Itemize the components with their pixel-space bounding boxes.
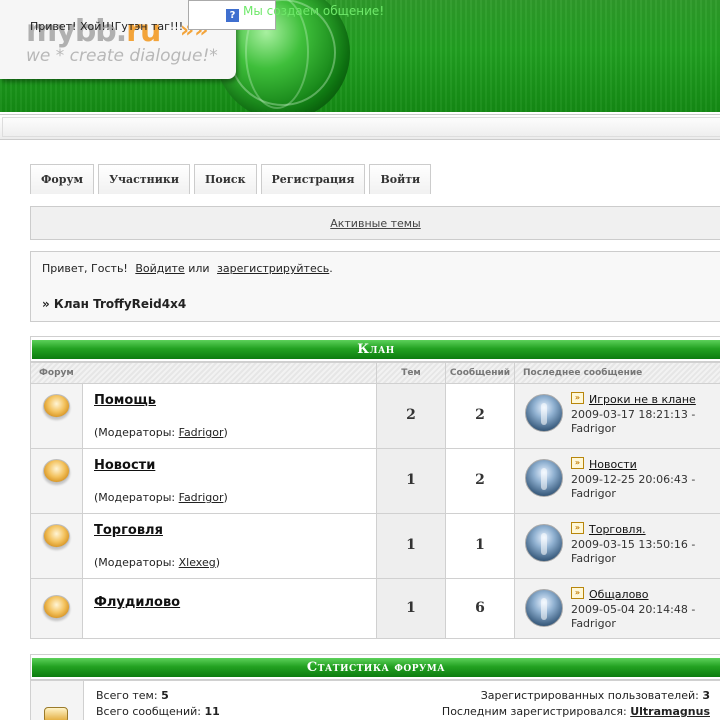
- stats-icon: [44, 707, 68, 720]
- go-to-post-icon[interactable]: »: [571, 587, 584, 599]
- last-post-author: Fadrigor: [571, 422, 616, 435]
- help-icon[interactable]: ?: [225, 8, 240, 23]
- avatar: [525, 394, 563, 432]
- last-post-date: 2009-05-04 20:14:48 -: [571, 603, 696, 616]
- logo-tagline: we * create dialogue!*: [26, 46, 218, 66]
- column-header-forum: Форум: [30, 362, 377, 384]
- last-post-link[interactable]: Торговля.: [589, 523, 646, 536]
- moderator-link[interactable]: Xlexeg: [179, 556, 216, 569]
- category-header: Клан: [30, 336, 720, 362]
- last-post-date: 2009-12-25 20:06:43 -: [571, 473, 696, 486]
- last-post-link[interactable]: Общалово: [589, 588, 649, 601]
- forum-status-icon: [43, 524, 70, 548]
- breadcrumb: » Клан TroffyReid4x4: [42, 297, 187, 311]
- last-post-link[interactable]: Новости: [589, 458, 637, 471]
- nav-search[interactable]: Поиск: [194, 164, 257, 194]
- forum-link[interactable]: Торговля: [94, 523, 163, 538]
- post-count: 1: [445, 514, 515, 579]
- post-count: 2: [445, 449, 515, 514]
- register-link[interactable]: зарегистрируйтесь: [217, 262, 329, 275]
- main-navigation: Форум Участники Поиск Регистрация Войти: [30, 164, 435, 194]
- avatar: [525, 459, 563, 497]
- forum-moderators: (Модераторы: Fadrigor): [94, 491, 228, 504]
- nav-register[interactable]: Регистрация: [260, 164, 366, 194]
- forum-status-icon: [43, 595, 70, 619]
- site-header: mybb.ru »» we * create dialogue!* Привет…: [0, 0, 720, 112]
- stat-last-user: Последним зарегистрировался: Ultramagnus: [441, 705, 710, 718]
- welcome-panel: Привет, Гость! Войдите или зарегистрируй…: [30, 251, 720, 322]
- avatar: [525, 524, 563, 562]
- go-to-post-icon[interactable]: »: [571, 457, 584, 469]
- last-post-date: 2009-03-15 13:50:16 -: [571, 538, 696, 551]
- nav-forum[interactable]: Форум: [30, 164, 95, 194]
- stat-posts: Всего сообщений: 11: [96, 705, 220, 718]
- avatar: [525, 589, 563, 627]
- active-topics-bar: Активные темы: [30, 206, 720, 240]
- table-row: Торговля (Модераторы: Xlexeg) 1 1 » Торг…: [30, 514, 720, 579]
- stat-users: Зарегистрированных пользователей: 3: [480, 689, 710, 702]
- column-header-posts: Сообщений: [445, 362, 515, 384]
- forum-moderators: (Модераторы: Xlexeg): [94, 556, 221, 569]
- guest-greeting: Привет, Гость!: [42, 262, 128, 275]
- nav-login[interactable]: Войти: [369, 164, 432, 194]
- moderator-link[interactable]: Fadrigor: [179, 426, 224, 439]
- forum-status-icon: [43, 459, 70, 483]
- category-title: Клан: [32, 340, 720, 359]
- go-to-post-icon[interactable]: »: [571, 392, 584, 404]
- post-count: 6: [445, 579, 515, 639]
- post-count: 2: [445, 384, 515, 449]
- last-post-author: Fadrigor: [571, 552, 616, 565]
- last-user-link[interactable]: Ultramagnus: [630, 705, 710, 718]
- topic-count: 1: [376, 579, 446, 639]
- or-text: или: [188, 262, 210, 275]
- topic-count: 2: [376, 384, 446, 449]
- stats-header: Статистика форума: [30, 654, 720, 680]
- table-row: Помощь (Модераторы: Fadrigor) 2 2 » Игро…: [30, 384, 720, 449]
- forum-link[interactable]: Помощь: [94, 393, 156, 408]
- top-bar: [0, 114, 720, 140]
- column-header-topics: Тем: [376, 362, 446, 384]
- forum-moderators: (Модераторы: Fadrigor): [94, 426, 228, 439]
- active-topics-link[interactable]: Активные темы: [330, 217, 421, 230]
- nav-users[interactable]: Участники: [98, 164, 190, 194]
- table-row: Новости (Модераторы: Fadrigor) 1 2 » Нов…: [30, 449, 720, 514]
- header-slogan: Мы создаем общение!: [243, 4, 385, 18]
- forum-link[interactable]: Флудилово: [94, 595, 180, 610]
- guest-greeting-line: Привет, Гость! Войдите или зарегистрируй…: [42, 262, 333, 275]
- stats-panel: Всего тем: 5 Всего сообщений: 11 Зарегис…: [30, 680, 720, 720]
- last-post-link[interactable]: Игроки не в клане: [589, 393, 696, 406]
- topic-count: 1: [376, 514, 446, 579]
- last-post-author: Fadrigor: [571, 617, 616, 630]
- last-post-date: 2009-03-17 18:21:13 -: [571, 408, 696, 421]
- board-greeting: Привет! Хой!!!Гутэн таг!!!: [30, 20, 184, 33]
- stats-title: Статистика форума: [32, 658, 720, 677]
- table-row: Флудилово 1 6 » Общалово 2009-05-04 20:1…: [30, 579, 720, 639]
- go-to-post-icon[interactable]: »: [571, 522, 584, 534]
- moderator-link[interactable]: Fadrigor: [179, 491, 224, 504]
- login-link[interactable]: Войдите: [135, 262, 184, 275]
- last-post-author: Fadrigor: [571, 487, 616, 500]
- forum-link[interactable]: Новости: [94, 458, 155, 473]
- stat-topics: Всего тем: 5: [96, 689, 169, 702]
- topic-count: 1: [376, 449, 446, 514]
- column-header-last-post: Последнее сообщение: [514, 362, 720, 384]
- forum-status-icon: [43, 394, 70, 418]
